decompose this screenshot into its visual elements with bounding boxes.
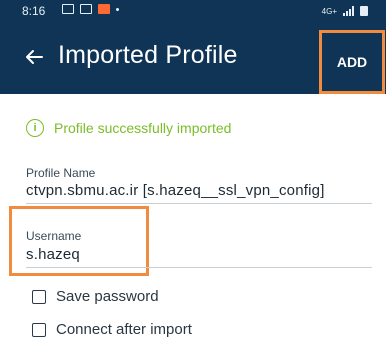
status-bar: 8:16 4G+ — [0, 0, 386, 23]
network-type-label: 4G+ — [321, 6, 337, 16]
connect-after-import-option[interactable]: Connect after import — [32, 321, 192, 338]
battery-icon — [360, 6, 368, 16]
save-password-option[interactable]: Save password — [32, 288, 159, 305]
profile-name-field[interactable]: ctvpn.sbmu.ac.ir [s.hazeq__ssl_vpn_confi… — [26, 182, 325, 199]
success-text: Profile successfully imported — [54, 120, 232, 136]
gallery-icon — [62, 4, 74, 14]
username-underline — [26, 267, 372, 268]
username-field[interactable]: s.hazeq — [26, 246, 80, 263]
back-arrow-icon[interactable] — [22, 45, 46, 69]
connect-after-import-checkbox[interactable] — [32, 322, 46, 337]
success-message: i Profile successfully imported — [26, 119, 231, 137]
page-title: Imported Profile — [58, 41, 238, 69]
app-bar: Imported Profile ADD — [0, 23, 386, 94]
add-button-highlight: ADD — [319, 30, 385, 94]
save-password-label: Save password — [56, 288, 159, 305]
profile-name-label: Profile Name — [26, 166, 96, 180]
system-icons: 4G+ — [322, 6, 368, 16]
username-label: Username — [26, 229, 82, 243]
info-icon: i — [26, 119, 44, 137]
signal-icon — [343, 6, 354, 16]
profile-name-underline — [26, 203, 372, 204]
more-notifications-icon — [116, 7, 119, 11]
connect-after-import-label: Connect after import — [56, 321, 192, 338]
download-icon — [80, 4, 92, 14]
add-button[interactable]: ADD — [322, 33, 382, 91]
save-password-checkbox[interactable] — [32, 289, 46, 304]
status-time: 8:16 — [22, 4, 46, 18]
notification-icons — [62, 4, 119, 14]
app-notification-icon — [98, 4, 110, 14]
